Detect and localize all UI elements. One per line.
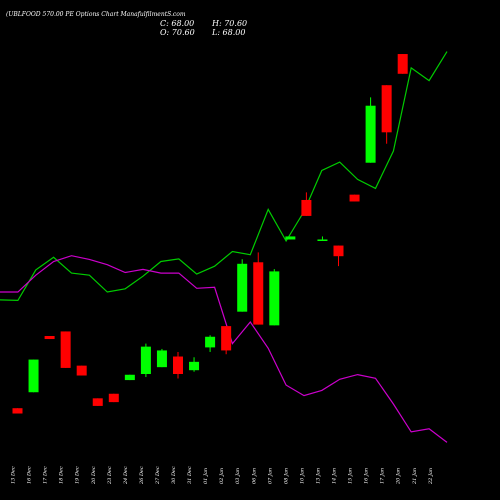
candle (189, 357, 200, 372)
x-tick-label: 23 Dec (107, 466, 113, 485)
candle (333, 245, 344, 267)
candle-body (253, 262, 264, 325)
x-tick-label: 03 Jan (235, 468, 241, 484)
x-tick-label: 30 Dec (171, 466, 177, 484)
x-tick-label: 14 Jan (332, 468, 338, 484)
candle-body (108, 393, 119, 403)
x-axis-ticks: 13 Dec 16 Dec 17 Dec 18 Dec 19 Dec 20 Dec 23 D… (11, 466, 434, 485)
x-tick-label: 24 Dec (123, 466, 129, 485)
x-tick-label: 17 Jan (380, 468, 386, 484)
candle-body (221, 326, 232, 351)
candle-body (44, 336, 55, 340)
candle (140, 343, 151, 378)
candle-body (12, 408, 23, 414)
candle-body (349, 194, 360, 202)
indicator-line-1 (0, 51, 448, 302)
candle (349, 194, 360, 202)
low-value: L: 68.00 (211, 28, 245, 37)
candle-body (237, 263, 248, 312)
x-tick-label: 17 Dec (43, 466, 49, 484)
candle-body (317, 239, 328, 241)
candle-body (92, 398, 103, 406)
candle (365, 97, 376, 163)
candle-body (124, 374, 135, 381)
high-value: H: 70.60 (211, 19, 247, 28)
candle (173, 351, 183, 379)
x-tick-label: 08 Jan (283, 468, 289, 484)
candle-body (301, 199, 312, 216)
candle-body (333, 245, 344, 257)
candle-body (28, 359, 39, 393)
candle (381, 85, 392, 144)
x-tick-label: 31 Dec (187, 466, 193, 484)
candle-body (189, 361, 200, 371)
candle (28, 359, 39, 393)
x-tick-label: 19 Dec (75, 466, 81, 484)
x-tick-label: 13 Dec (11, 466, 17, 484)
candle (237, 259, 248, 312)
x-tick-label: 15 Jan (348, 468, 354, 484)
candle-body (60, 331, 71, 368)
chart-title: (UBLFOOD 570.00 PE Options Chart Manaful… (6, 11, 186, 18)
candle-body (285, 236, 296, 240)
candle-body (397, 54, 408, 74)
candle (397, 54, 408, 74)
candle (124, 374, 135, 381)
x-tick-label: 21 Jan (412, 468, 418, 485)
candle (76, 365, 87, 376)
candle (221, 326, 232, 355)
indicator-lines (0, 51, 448, 443)
candlestick-chart: (UBLFOOD 570.00 PE Options Chart Manaful… (0, 11, 448, 485)
candle (108, 393, 119, 403)
candle-body (173, 356, 183, 374)
candle-body (140, 346, 151, 374)
x-tick-label: 01 Jan (203, 468, 209, 484)
candle (205, 335, 216, 352)
candle (253, 252, 264, 325)
x-tick-label: 16 Jan (364, 468, 370, 484)
candle-body (365, 105, 376, 163)
candle-body (156, 350, 167, 368)
x-tick-label: 22 Jan (428, 468, 434, 485)
x-tick-label: 06 Jan (251, 468, 257, 484)
candle (60, 331, 71, 368)
candle-body (205, 336, 216, 348)
candle (156, 348, 167, 368)
x-tick-label: 27 Dec (155, 466, 161, 485)
candle-body (381, 85, 392, 133)
x-tick-label: 20 Dec (91, 466, 97, 485)
x-tick-label: 13 Jan (315, 468, 321, 484)
close-value: C: 68.00 (160, 19, 194, 28)
x-tick-label: 16 Dec (27, 466, 33, 484)
x-tick-label: 02 Jan (219, 468, 225, 484)
candle (301, 192, 312, 216)
x-tick-label: 07 Jan (267, 468, 273, 484)
open-value: O: 70.60 (160, 28, 195, 37)
candle (285, 236, 296, 240)
x-tick-label: 18 Dec (59, 466, 65, 484)
candle (12, 408, 23, 414)
candle-body (76, 365, 87, 376)
candle (92, 398, 103, 406)
candles (12, 54, 408, 414)
candle-body (269, 271, 280, 326)
candle (44, 336, 55, 340)
x-tick-label: 26 Dec (139, 466, 145, 485)
x-tick-label: 20 Jan (396, 468, 402, 485)
x-tick-label: 10 Jan (299, 468, 305, 484)
candle (269, 269, 280, 326)
candle (317, 236, 328, 241)
